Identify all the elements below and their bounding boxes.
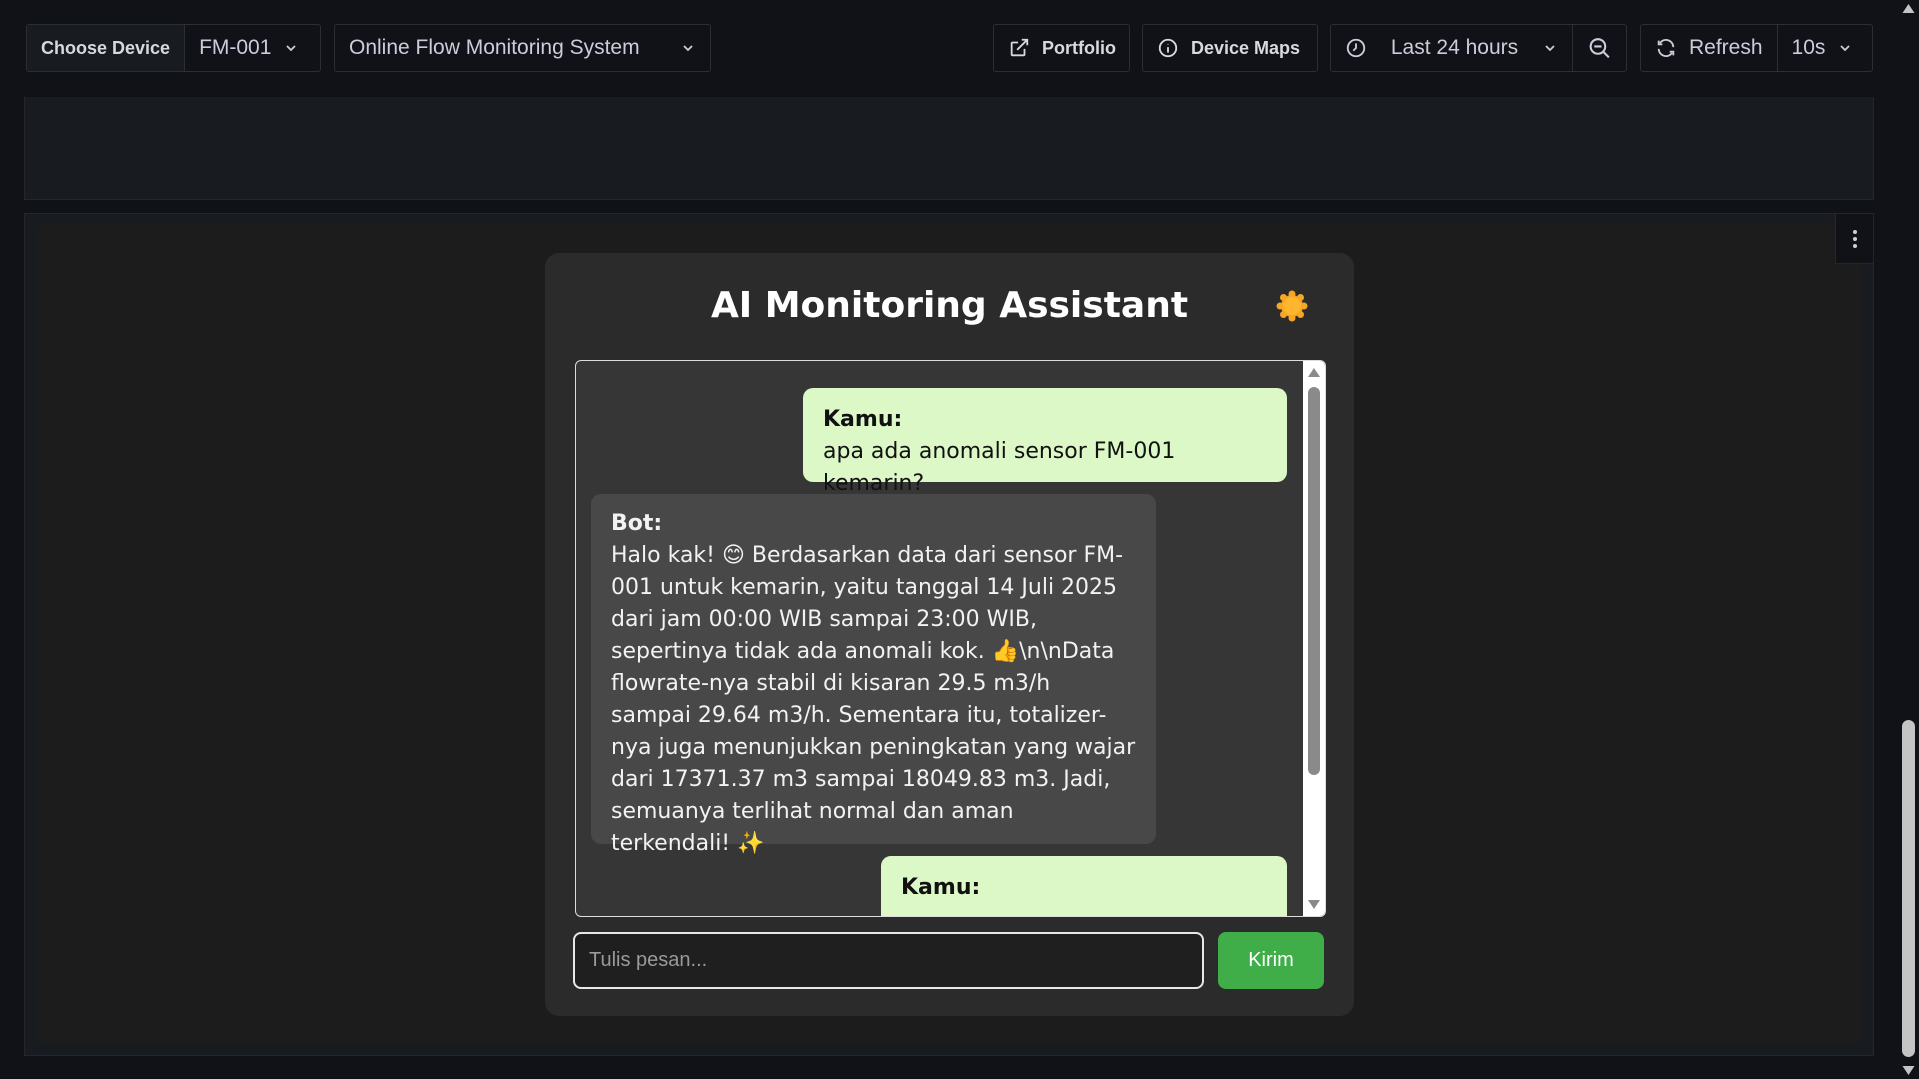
more-vertical-icon bbox=[1852, 229, 1857, 248]
time-range-picker[interactable]: Last 24 hours bbox=[1330, 24, 1627, 72]
refresh-interval-dropdown[interactable]: 10s bbox=[1776, 25, 1872, 71]
device-selector-label: Choose Device bbox=[27, 25, 185, 71]
dashboard-dropdown[interactable]: Online Flow Monitoring System bbox=[334, 24, 711, 72]
refresh-button[interactable]: Refresh bbox=[1641, 25, 1777, 71]
chat-messages-box[interactable]: Kamu: apa ada anomali sensor FM-001 kema… bbox=[575, 360, 1326, 917]
message-sender: Kamu: bbox=[823, 407, 903, 432]
message-input[interactable] bbox=[573, 932, 1204, 989]
device-maps-button[interactable]: Device Maps bbox=[1142, 24, 1318, 72]
info-icon bbox=[1158, 38, 1178, 58]
dashboard-app: Choose Device FM-001 Online Flow Monitor… bbox=[0, 0, 1919, 1079]
scroll-down-arrow-icon[interactable] bbox=[1308, 900, 1320, 910]
zoom-out-button[interactable] bbox=[1572, 25, 1626, 71]
panel-menu-button[interactable] bbox=[1835, 214, 1873, 264]
bot-message: Bot: Halo kak! 😊 Berdasarkan data dari s… bbox=[591, 494, 1156, 856]
refresh-group[interactable]: Refresh 10s bbox=[1640, 24, 1873, 72]
device-dropdown-value: FM-001 bbox=[199, 36, 272, 59]
device-maps-label: Device Maps bbox=[1191, 37, 1301, 58]
time-range-value: Last 24 hours bbox=[1390, 36, 1519, 59]
chevron-down-icon bbox=[286, 45, 297, 52]
device-selector[interactable]: Choose Device FM-001 bbox=[26, 24, 321, 72]
user-message: Kamu: bbox=[881, 856, 1287, 916]
scroll-down-arrow-icon[interactable] bbox=[1902, 1066, 1915, 1076]
dashboard-dropdown-value: Online Flow Monitoring System bbox=[349, 36, 640, 59]
message-sender: Kamu: bbox=[901, 875, 981, 900]
refresh-interval-value: 10s bbox=[1791, 36, 1826, 59]
page-scrollbar[interactable] bbox=[1898, 0, 1919, 1079]
send-button[interactable]: Kirim bbox=[1218, 932, 1324, 989]
scroll-up-arrow-icon[interactable] bbox=[1308, 367, 1320, 377]
message-list: Kamu: apa ada anomali sensor FM-001 kema… bbox=[576, 361, 1303, 916]
chevron-down-icon bbox=[1840, 45, 1851, 52]
message-text: Halo kak! 😊 Berdasarkan data dari sensor… bbox=[611, 543, 1136, 856]
page-scrollbar-thumb[interactable] bbox=[1902, 720, 1915, 1057]
chat-title: AI Monitoring Assistant bbox=[710, 285, 1189, 326]
chat-scrollbar-thumb[interactable] bbox=[1308, 387, 1320, 775]
dashboard-panel-upper bbox=[24, 97, 1874, 200]
chat-card: AI Monitoring Assistant Kamu: apa ada an… bbox=[545, 253, 1354, 1016]
external-link-icon bbox=[1010, 38, 1029, 57]
message-sender: Bot: bbox=[611, 511, 663, 536]
message-text: apa ada anomali sensor FM-001 kemarin? bbox=[823, 439, 1176, 496]
refresh-icon bbox=[1657, 39, 1675, 57]
clock-icon bbox=[1346, 38, 1366, 58]
chevron-down-icon bbox=[1545, 45, 1555, 52]
time-range-dropdown[interactable]: Last 24 hours bbox=[1331, 25, 1572, 71]
user-message: Kamu: apa ada anomali sensor FM-001 kema… bbox=[803, 388, 1287, 496]
chevron-down-icon bbox=[683, 45, 693, 52]
zoom-out-icon bbox=[1589, 38, 1610, 59]
portfolio-label: Portfolio bbox=[1042, 37, 1116, 58]
scroll-up-arrow-icon[interactable] bbox=[1902, 3, 1915, 13]
chat-scrollbar[interactable] bbox=[1303, 361, 1325, 916]
portfolio-button[interactable]: Portfolio bbox=[993, 24, 1130, 72]
refresh-label: Refresh bbox=[1689, 36, 1763, 59]
top-toolbar: Choose Device FM-001 Online Flow Monitor… bbox=[0, 0, 1898, 97]
sun-icon[interactable] bbox=[1276, 290, 1308, 322]
device-dropdown[interactable]: FM-001 bbox=[184, 25, 320, 71]
